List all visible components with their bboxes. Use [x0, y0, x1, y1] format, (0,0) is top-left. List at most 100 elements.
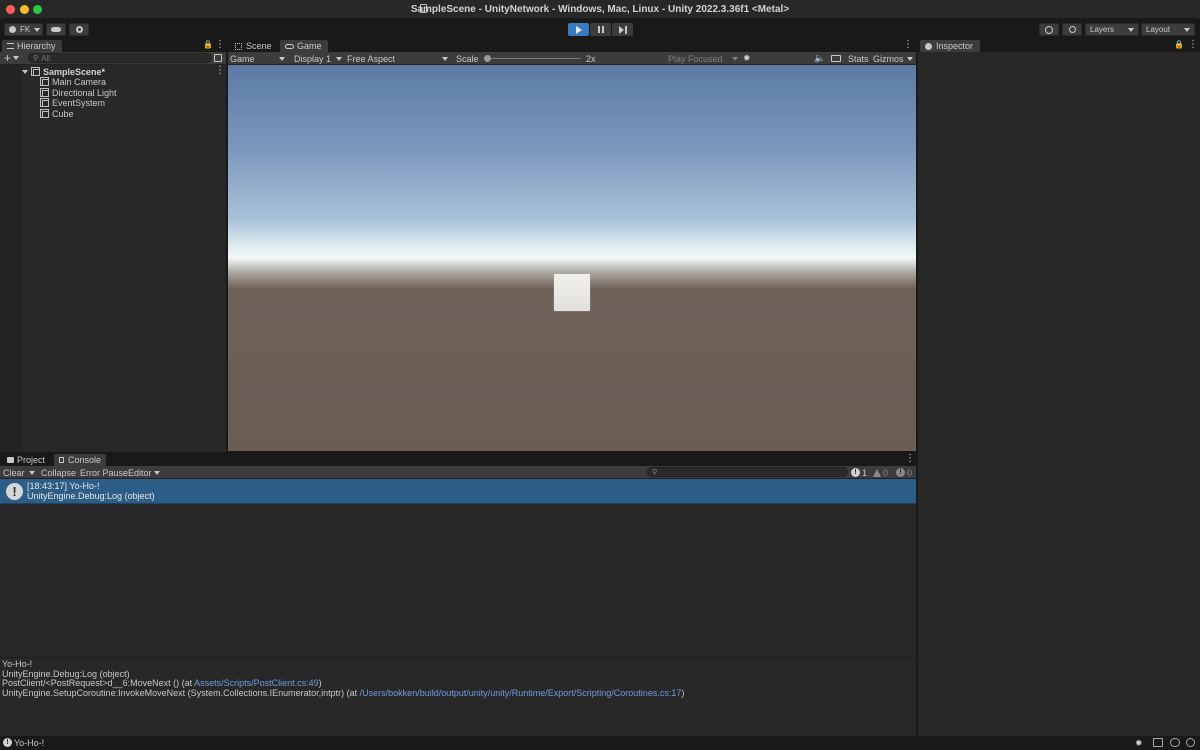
- game-toolbar: Game Display 1 Free Aspect Scale 2x Play…: [228, 52, 916, 65]
- expand-triangle-icon[interactable]: [22, 69, 28, 74]
- clear-button[interactable]: Clear: [3, 468, 25, 478]
- bug-icon[interactable]: ✹: [1135, 738, 1143, 749]
- warning-count: 0: [883, 467, 889, 478]
- progress-icon[interactable]: [1170, 738, 1180, 747]
- hierarchy-gutter: [0, 65, 22, 452]
- log-entry-subtitle: UnityEngine.Debug:Log (object): [27, 491, 155, 501]
- collapse-button[interactable]: Collapse: [41, 468, 76, 478]
- main-toolbar: FK Layers Layout: [0, 19, 1200, 39]
- more-options-icon[interactable]: ⋮: [905, 454, 915, 464]
- gizmos-label: Gizmos: [873, 53, 904, 64]
- game-mode-dropdown[interactable]: Game: [230, 53, 288, 64]
- search-icon: ⚲: [652, 469, 658, 476]
- hierarchy-item[interactable]: EventSystem: [40, 97, 105, 108]
- scene-label: SampleScene*: [43, 66, 106, 77]
- console-log-list: [0, 479, 916, 657]
- cache-server-icon[interactable]: [1153, 738, 1163, 747]
- chevron-down-icon[interactable]: [13, 56, 20, 60]
- tab-project-label: Project: [16, 455, 45, 465]
- stack-trace-text: UnityEngine.SetupCoroutine:InvokeMoveNex…: [2, 688, 360, 699]
- more-options-icon[interactable]: ⋮: [903, 40, 913, 50]
- tab-console[interactable]: Console: [54, 454, 106, 466]
- history-icon: [1045, 25, 1053, 34]
- info-icon: [925, 42, 932, 50]
- source-link[interactable]: Assets/Scripts/PostClient.cs:49: [194, 678, 319, 689]
- lock-icon[interactable]: 🔒: [203, 40, 213, 49]
- more-options-icon[interactable]: ⋮: [1188, 40, 1198, 50]
- layers-label: Layers: [1090, 25, 1115, 34]
- services-settings-button[interactable]: [69, 23, 89, 36]
- hierarchy-panel: + ⚲ All SampleScene* ⋮ Main Camera Direc…: [0, 52, 226, 452]
- warning-count-toggle[interactable]: 0: [873, 467, 888, 478]
- gameobject-icon: [40, 88, 49, 97]
- more-options-icon[interactable]: ⋮: [215, 66, 225, 76]
- hierarchy-item[interactable]: Cube: [40, 108, 74, 119]
- gizmos-dropdown[interactable]: Gizmos: [873, 53, 915, 64]
- chevron-down-icon: [1184, 27, 1190, 32]
- search-filter-icon[interactable]: [214, 54, 222, 62]
- speaker-icon[interactable]: 🔈: [814, 53, 825, 64]
- chevron-down-icon: [442, 56, 448, 61]
- aspect-dropdown[interactable]: Free Aspect: [347, 53, 451, 64]
- layout-dropdown[interactable]: Layout: [1141, 23, 1195, 36]
- error-count-toggle[interactable]: ! 0: [896, 467, 912, 478]
- hierarchy-search-input[interactable]: ⚲ All: [28, 53, 212, 63]
- hierarchy-item-label: EventSystem: [52, 97, 106, 108]
- hierarchy-item[interactable]: Main Camera: [40, 76, 106, 87]
- account-dropdown[interactable]: FK: [4, 23, 43, 36]
- log-entry-title: [18:43:17] Yo-Ho-!: [27, 481, 100, 491]
- source-link[interactable]: /Users/bokken/build/output/unity/unity/R…: [360, 688, 682, 698]
- tab-inspector[interactable]: Inspector: [920, 40, 980, 52]
- status-message[interactable]: Yo-Ho-!: [14, 738, 44, 748]
- tab-scene[interactable]: Scene: [230, 40, 278, 52]
- gameobject-icon: [40, 109, 49, 118]
- editor-dropdown[interactable]: Editor: [128, 467, 160, 478]
- cloud-button[interactable]: [46, 23, 66, 36]
- chevron-down-icon: [153, 470, 160, 475]
- search-icon: ⚲: [33, 55, 39, 62]
- error-pause-button[interactable]: Error Pause: [80, 468, 128, 478]
- undo-history-button[interactable]: [1039, 23, 1059, 36]
- stack-trace-text: PostClient/<PostRequest>d__6:MoveNext ()…: [2, 678, 195, 689]
- more-options-icon[interactable]: ⋮: [215, 40, 225, 50]
- stack-trace[interactable]: Yo-Ho-! UnityEngine.Debug:Log (object) P…: [2, 659, 684, 699]
- account-label: FK: [20, 25, 31, 34]
- stats-button[interactable]: Stats: [848, 54, 869, 64]
- pause-button[interactable]: [590, 23, 611, 36]
- bug-icon[interactable]: ✹: [743, 53, 751, 64]
- game-view-viewport[interactable]: [228, 65, 916, 451]
- play-focused-dropdown[interactable]: Play Focused: [668, 53, 738, 64]
- cloud-icon: [51, 27, 61, 32]
- grid-icon: [235, 42, 242, 50]
- chevron-down-icon: [279, 56, 285, 61]
- add-icon[interactable]: +: [4, 52, 11, 64]
- clear-options-chevron-icon[interactable]: [29, 471, 35, 475]
- search-button[interactable]: [1062, 23, 1082, 36]
- hierarchy-toolbar: + ⚲ All: [0, 52, 226, 65]
- step-button[interactable]: [612, 23, 633, 36]
- play-focused-label: Play Focused: [668, 53, 723, 64]
- scale-slider-handle[interactable]: [484, 55, 491, 62]
- info-count-toggle[interactable]: ! 1: [851, 467, 867, 478]
- info-message-icon: !: [6, 483, 23, 500]
- aspect-label: Free Aspect: [347, 53, 396, 64]
- keyboard-icon[interactable]: [831, 55, 841, 62]
- play-button[interactable]: [568, 23, 589, 36]
- info-icon: !: [3, 738, 12, 747]
- hierarchy-item-label: Directional Light: [52, 87, 117, 98]
- scale-slider[interactable]: [484, 55, 581, 62]
- settings-icon[interactable]: [1186, 738, 1195, 747]
- console-search-input[interactable]: ⚲: [647, 467, 848, 477]
- layers-dropdown[interactable]: Layers: [1085, 23, 1139, 36]
- tab-project[interactable]: Project: [2, 454, 50, 466]
- scale-label: Scale: [456, 54, 479, 64]
- cube-render: [554, 274, 590, 311]
- tab-game[interactable]: Game: [280, 40, 328, 52]
- console-log-entry[interactable]: ! [18:43:17] Yo-Ho-! UnityEngine.Debug:L…: [0, 479, 916, 504]
- console-detail-panel: Yo-Ho-! UnityEngine.Debug:Log (object) P…: [0, 658, 916, 736]
- search-placeholder: All: [41, 53, 51, 63]
- display-dropdown[interactable]: Display 1: [294, 53, 344, 64]
- lock-icon[interactable]: 🔒: [1174, 40, 1184, 49]
- tab-hierarchy[interactable]: Hierarchy: [2, 40, 62, 52]
- error-icon: !: [896, 468, 905, 477]
